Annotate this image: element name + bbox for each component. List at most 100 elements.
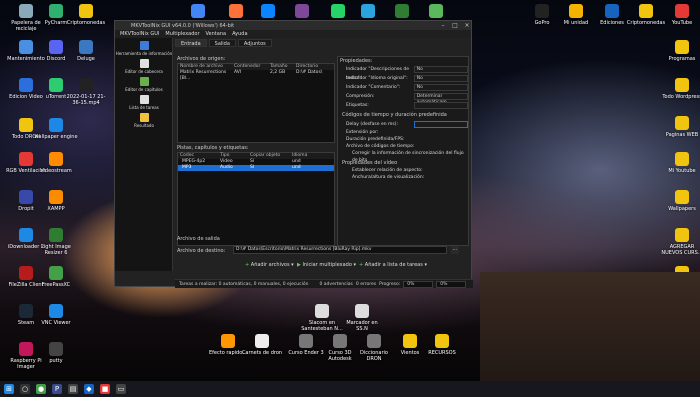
- app-icon: [19, 190, 33, 204]
- close-icon[interactable]: ×: [461, 21, 473, 30]
- app-icon: [261, 4, 275, 18]
- menu-ayuda[interactable]: Ayuda: [232, 31, 247, 37]
- sidebar-item-output[interactable]: Resultado: [115, 113, 173, 128]
- desktop-icon-label: Carnets de dron: [241, 350, 283, 356]
- app-icon: [367, 334, 381, 348]
- app-icon: [331, 4, 345, 18]
- prop-default-duration: Duración predefinida/FPS:: [346, 137, 405, 142]
- app-icon: [569, 4, 583, 18]
- desktop-icon[interactable]: RECURSOS: [420, 334, 464, 356]
- select-commentary[interactable]: No: [413, 84, 468, 91]
- add-to-queue-button[interactable]: + Añadir a lista de tareas ▾: [359, 261, 427, 269]
- select-original-language[interactable]: No: [413, 75, 468, 82]
- errors-status: 0 errores: [355, 281, 377, 287]
- fix-bitstream-checkbox[interactable]: Corregir la información de sincronizació…: [338, 150, 468, 163]
- prop-compression: Compresión:Determinar automáticam: [338, 92, 468, 105]
- photoshop-icon[interactable]: P: [52, 384, 62, 394]
- desktop-icon[interactable]: 2022-01-17 21-36-15.mp4: [64, 78, 108, 106]
- menu-mkvtoolnix[interactable]: MKVToolNix GUI: [120, 31, 159, 37]
- menu-multiplexador[interactable]: Multiplexador: [165, 31, 199, 37]
- start-icon[interactable]: ⊞: [4, 384, 14, 394]
- app3-icon[interactable]: ▭: [116, 384, 126, 394]
- desktop-icon[interactable]: putty: [34, 342, 78, 364]
- desktop-icon[interactable]: Mi Youtube: [660, 152, 700, 174]
- app-icon: [19, 152, 33, 166]
- progress-bar-total: 0%: [436, 280, 467, 288]
- output-section-label: Archivo de salida: [177, 236, 220, 242]
- desktop-icon-label: wallpaper engine: [34, 134, 78, 140]
- select-compression[interactable]: Determinar automáticam: [413, 93, 468, 105]
- display-size-option[interactable]: Anchura/altura de visualización:: [338, 174, 468, 181]
- mkvtoolnix-window[interactable]: MKVToolNix GUI v64.0.0 ('Willows') 64-bi…: [114, 20, 473, 288]
- taskbar: ⊞ ○ ● P ▤ ◆ ■ ▭: [0, 381, 700, 397]
- sidebar-item-header-editor[interactable]: Editor de cabecera: [115, 59, 173, 74]
- timing-title: Códigos de tiempo y duración predefinida: [342, 112, 447, 118]
- tab-bar: Entrada Salida Adjuntos: [175, 39, 272, 47]
- vscode-icon[interactable]: ◆: [84, 384, 94, 394]
- desktop-icon[interactable]: Carnets de dron: [240, 334, 284, 356]
- tracks-list[interactable]: Codec Tipo Copiar objeto Idioma MPEG-4p2…: [177, 152, 335, 246]
- start-mux-button[interactable]: ▶ Iniciar multiplexado ▾: [297, 261, 356, 269]
- app-icon: [675, 78, 689, 92]
- browse-icon[interactable]: ⋯: [451, 246, 459, 254]
- desktop-icon-label: Programas: [668, 56, 696, 62]
- desktop-icon[interactable]: FreePassXC: [34, 266, 78, 288]
- tab-salida[interactable]: Salida: [208, 39, 236, 47]
- tracks-label: Pistas, capítulos y etiquetas:: [177, 145, 249, 151]
- tab-adjuntos[interactable]: Adjuntos: [237, 39, 272, 47]
- prop-delay: Delay (desfase en ms):: [338, 120, 468, 129]
- desktop-icon-label: Marcador en SS.N: [346, 320, 378, 332]
- sidebar-item-info-tool[interactable]: Herramienta de información: [115, 41, 173, 56]
- output-path-field[interactable]: D:\# Datos\Escritorio\Matrix Resurrectio…: [233, 246, 447, 254]
- select-text-descriptions[interactable]: No: [413, 66, 468, 73]
- desktop-icon[interactable]: wallpaper engine: [34, 118, 78, 140]
- app-icon: [435, 334, 449, 348]
- app-icon: [221, 334, 235, 348]
- app-icon: [675, 228, 689, 242]
- desktop-icon[interactable]: Programas: [660, 40, 700, 62]
- desktop-icon-label: XAMPP: [47, 206, 65, 212]
- source-row[interactable]: Matrix Resurrections [Bl... AVI 2,2 GB D…: [178, 70, 334, 81]
- tab-entrada[interactable]: Entrada: [175, 39, 207, 47]
- delay-input[interactable]: [413, 121, 468, 128]
- maximize-icon[interactable]: □: [449, 21, 461, 30]
- app-icon[interactable]: ●: [36, 384, 46, 394]
- app-icon: [79, 40, 93, 54]
- desktop: Papelera de reciclaje PyCharm Criptomoneda…: [0, 0, 700, 397]
- desktop-icon[interactable]: Criptomonedas: [64, 4, 108, 26]
- add-files-button[interactable]: + Añadir archivos ▾: [245, 261, 294, 269]
- search-icon[interactable]: ○: [20, 384, 30, 394]
- desktop-icon[interactable]: Todo Wordpress: [660, 78, 700, 100]
- desktop-icon[interactable]: Light Image Resizer 6: [34, 228, 78, 256]
- prop-tags: Etiquetas:: [338, 101, 468, 110]
- app2-icon[interactable]: ■: [100, 384, 110, 394]
- desktop-icon[interactable]: XAMPP: [34, 190, 78, 212]
- title-bar[interactable]: MKVToolNix GUI v64.0.0 ('Willows') 64-bi…: [115, 21, 471, 30]
- desktop-icon[interactable]: Videostream: [34, 152, 78, 174]
- desktop-icon-label: VNC Viewer: [41, 320, 71, 326]
- minimize-icon[interactable]: –: [437, 21, 449, 30]
- tags-field[interactable]: [413, 102, 468, 109]
- source-files-list[interactable]: Nombre de archivo Contenedor Tamaño Dire…: [177, 63, 335, 143]
- menu-ventana[interactable]: Ventana: [206, 31, 227, 37]
- desktop-icon[interactable]: AGREGAR NUEVOS CURS...: [660, 228, 700, 256]
- desktop-icon[interactable]: YouTube: [660, 4, 700, 26]
- desktop-icon[interactable]: Deluge: [64, 40, 108, 62]
- desktop-icon[interactable]: Wallpapers: [660, 190, 700, 212]
- app-icon: [605, 4, 619, 18]
- explorer-icon[interactable]: ▤: [68, 384, 78, 394]
- desktop-icon[interactable]: Slacom en Santesteban N...: [300, 304, 344, 332]
- app-icon: [299, 334, 313, 348]
- aspect-ratio-option[interactable]: Establecer relación de aspecto:: [338, 167, 468, 174]
- desktop-icon-label: YouTube: [671, 20, 693, 26]
- track-row-audio[interactable]: MP3 Audio Sí und: [178, 165, 334, 171]
- desktop-icon-label: Paginas WEB: [665, 132, 699, 138]
- prop-original-language: Indicador "Idioma original": No: [338, 74, 468, 83]
- desktop-icon[interactable]: VNC Viewer: [34, 304, 78, 326]
- desktop-icon[interactable]: Paginas WEB: [660, 116, 700, 138]
- sidebar-item-job-queue[interactable]: Lista de tareas: [115, 95, 173, 110]
- desktop-icon[interactable]: Marcador en SS.N: [340, 304, 384, 332]
- sidebar-item-chapter-editor[interactable]: Editor de capítulos: [115, 77, 173, 92]
- app-icon: [49, 78, 63, 92]
- app-icon: [49, 4, 63, 18]
